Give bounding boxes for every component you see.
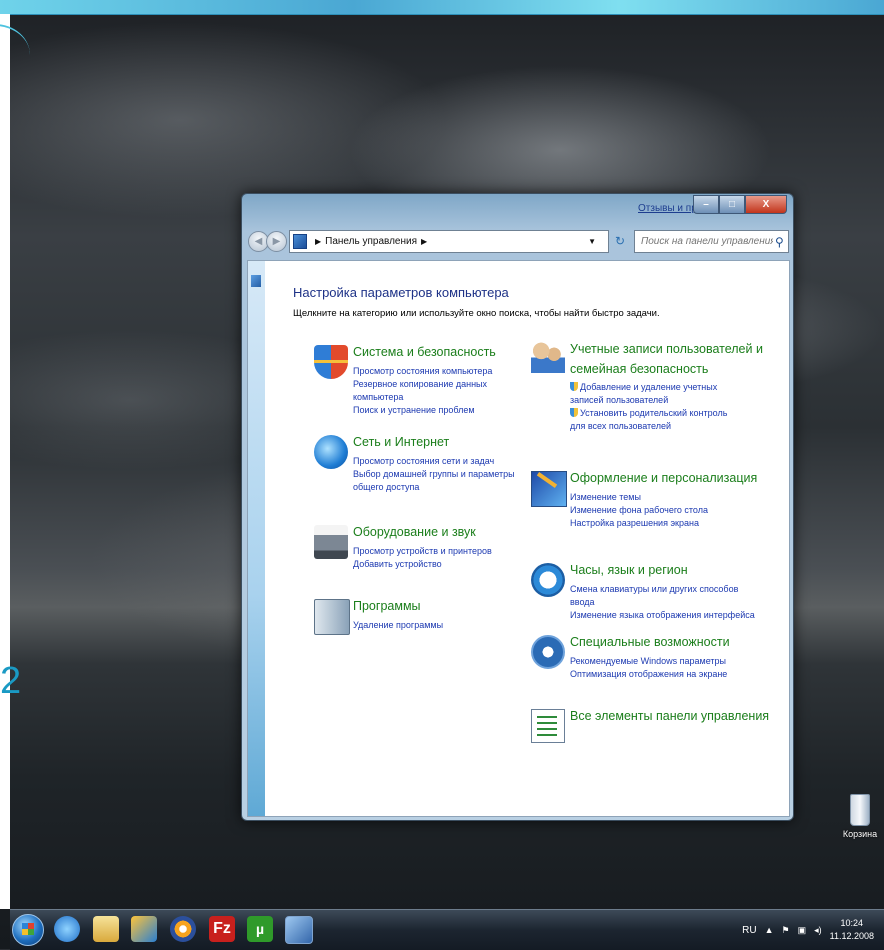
search-input[interactable] [639,235,775,248]
programs-icon[interactable] [314,599,350,635]
left-navigation-strip [248,261,265,816]
task-link[interactable]: Поиск и устранение проблем [353,404,539,417]
breadcrumb-control-panel[interactable]: Панель управления [325,236,417,247]
task-link[interactable]: Просмотр состояния компьютера [353,365,539,378]
network-tray-icon[interactable]: ▣ [798,925,807,936]
forward-button[interactable]: ▶ [266,231,287,252]
page-subtitle: Щелкните на категорию или используйте ок… [293,308,660,319]
search-box[interactable]: ⚲ [634,230,789,253]
accessibility-icon[interactable] [531,635,565,669]
refresh-icon: ↻ [614,233,626,248]
task-link[interactable]: Удаление программы [353,619,443,632]
arrow-right-icon: ▶ [272,236,281,247]
utorrent-icon[interactable]: µ [247,916,273,942]
refresh-button[interactable]: ↻ [611,231,629,250]
caption-buttons: – □ X [693,195,787,214]
minimize-button[interactable]: – [693,195,719,214]
taskbar: Fz µ RU ▲ ⚑ ▣ ◂) 10:24 11.12.2008 [10,909,884,950]
page-title: Настройка параметров компьютера [293,285,509,300]
category-title[interactable]: Оборудование и звук [353,525,476,539]
appearance-icon[interactable] [531,471,567,507]
close-button[interactable]: X [745,195,787,214]
category-title[interactable]: Сеть и Интернет [353,435,449,449]
category-title[interactable]: Система и безопасность [353,345,496,359]
maximize-button[interactable]: □ [719,195,745,214]
category-title[interactable]: Часы, язык и регион [570,563,688,577]
arrow-left-icon: ◀ [254,236,263,247]
control-panel-window: Отзывы и предложения – □ X ◀ ▶ ▶ Панель … [241,193,794,821]
file-explorer-icon[interactable] [93,916,119,942]
clock[interactable]: 10:24 11.12.2008 [830,917,874,943]
search-icon[interactable]: ⚲ [775,235,784,249]
task-link[interactable]: Рекомендуемые Windows параметры [570,655,727,668]
slide-edge-glyph: 2 [0,660,22,702]
control-panel-mini-icon[interactable] [251,275,261,287]
slide-top-banner [0,0,884,15]
address-bar[interactable]: ▶ Панель управления ▶ ▼ [289,230,609,253]
clock-time: 10:24 [840,918,864,928]
language-indicator[interactable]: RU [742,925,756,936]
task-link[interactable]: Установить родительский контроль для все… [570,407,745,433]
internet-explorer-icon[interactable] [54,916,80,942]
slide-left-margin: 2 [0,14,30,909]
start-button[interactable] [12,914,44,946]
task-link[interactable]: Настройка разрешения экрана [570,517,708,530]
recycle-bin-icon[interactable] [850,794,870,826]
printer-icon[interactable] [314,525,348,559]
task-link[interactable]: Резервное копирование данных компьютера [353,378,539,404]
task-link[interactable]: Просмотр состояния сети и задач [353,455,523,468]
disc-burner-icon[interactable] [170,916,196,942]
task-link[interactable]: Добавить устройство [353,558,492,571]
filezilla-icon[interactable]: Fz [209,916,235,942]
volume-icon[interactable]: ◂) [814,925,822,936]
action-center-flag-icon[interactable]: ⚑ [782,925,790,936]
content-pane: Настройка параметров компьютера Щелкните… [247,260,790,817]
task-link[interactable]: Изменение фона рабочего стола [570,504,708,517]
network-icon[interactable] [314,435,348,469]
shield-icon[interactable] [314,345,348,379]
tray-expand-icon[interactable]: ▲ [765,925,774,935]
task-link[interactable]: Смена клавиатуры или других способов вво… [570,583,756,609]
breadcrumb-separator-icon[interactable]: ▶ [315,237,321,246]
system-tray: RU ▲ ⚑ ▣ ◂) 10:24 11.12.2008 [742,916,874,944]
task-link[interactable]: Оптимизация отображения на экране [570,668,727,681]
task-link[interactable]: Изменение темы [570,491,708,504]
media-player-icon[interactable] [131,916,157,942]
list-icon[interactable] [531,709,565,743]
category-title[interactable]: Специальные возможности [570,635,730,649]
category-title[interactable]: Оформление и персонализация [570,471,757,485]
recycle-bin-label: Корзина [842,829,878,839]
category-title[interactable]: Программы [353,599,421,613]
users-icon[interactable] [531,339,565,373]
category-title[interactable]: Все элементы панели управления [570,709,769,723]
clock-globe-icon[interactable] [531,563,565,597]
task-link[interactable]: Добавление и удаление учетных записей по… [570,381,745,407]
control-panel-taskbar-icon[interactable] [285,916,313,944]
task-link[interactable]: Просмотр устройств и принтеров [353,545,492,558]
recycle-bin[interactable]: Корзина [842,794,878,839]
address-dropdown-icon[interactable]: ▼ [588,237,596,246]
clock-date: 11.12.2008 [829,931,874,941]
task-link[interactable]: Изменение языка отображения интерфейса [570,609,756,622]
breadcrumb-separator-icon[interactable]: ▶ [421,237,427,246]
control-panel-icon [293,234,307,249]
task-link[interactable]: Выбор домашней группы и параметры общего… [353,468,523,494]
category-title[interactable]: Учетные записи пользователей и семейная … [570,339,770,379]
